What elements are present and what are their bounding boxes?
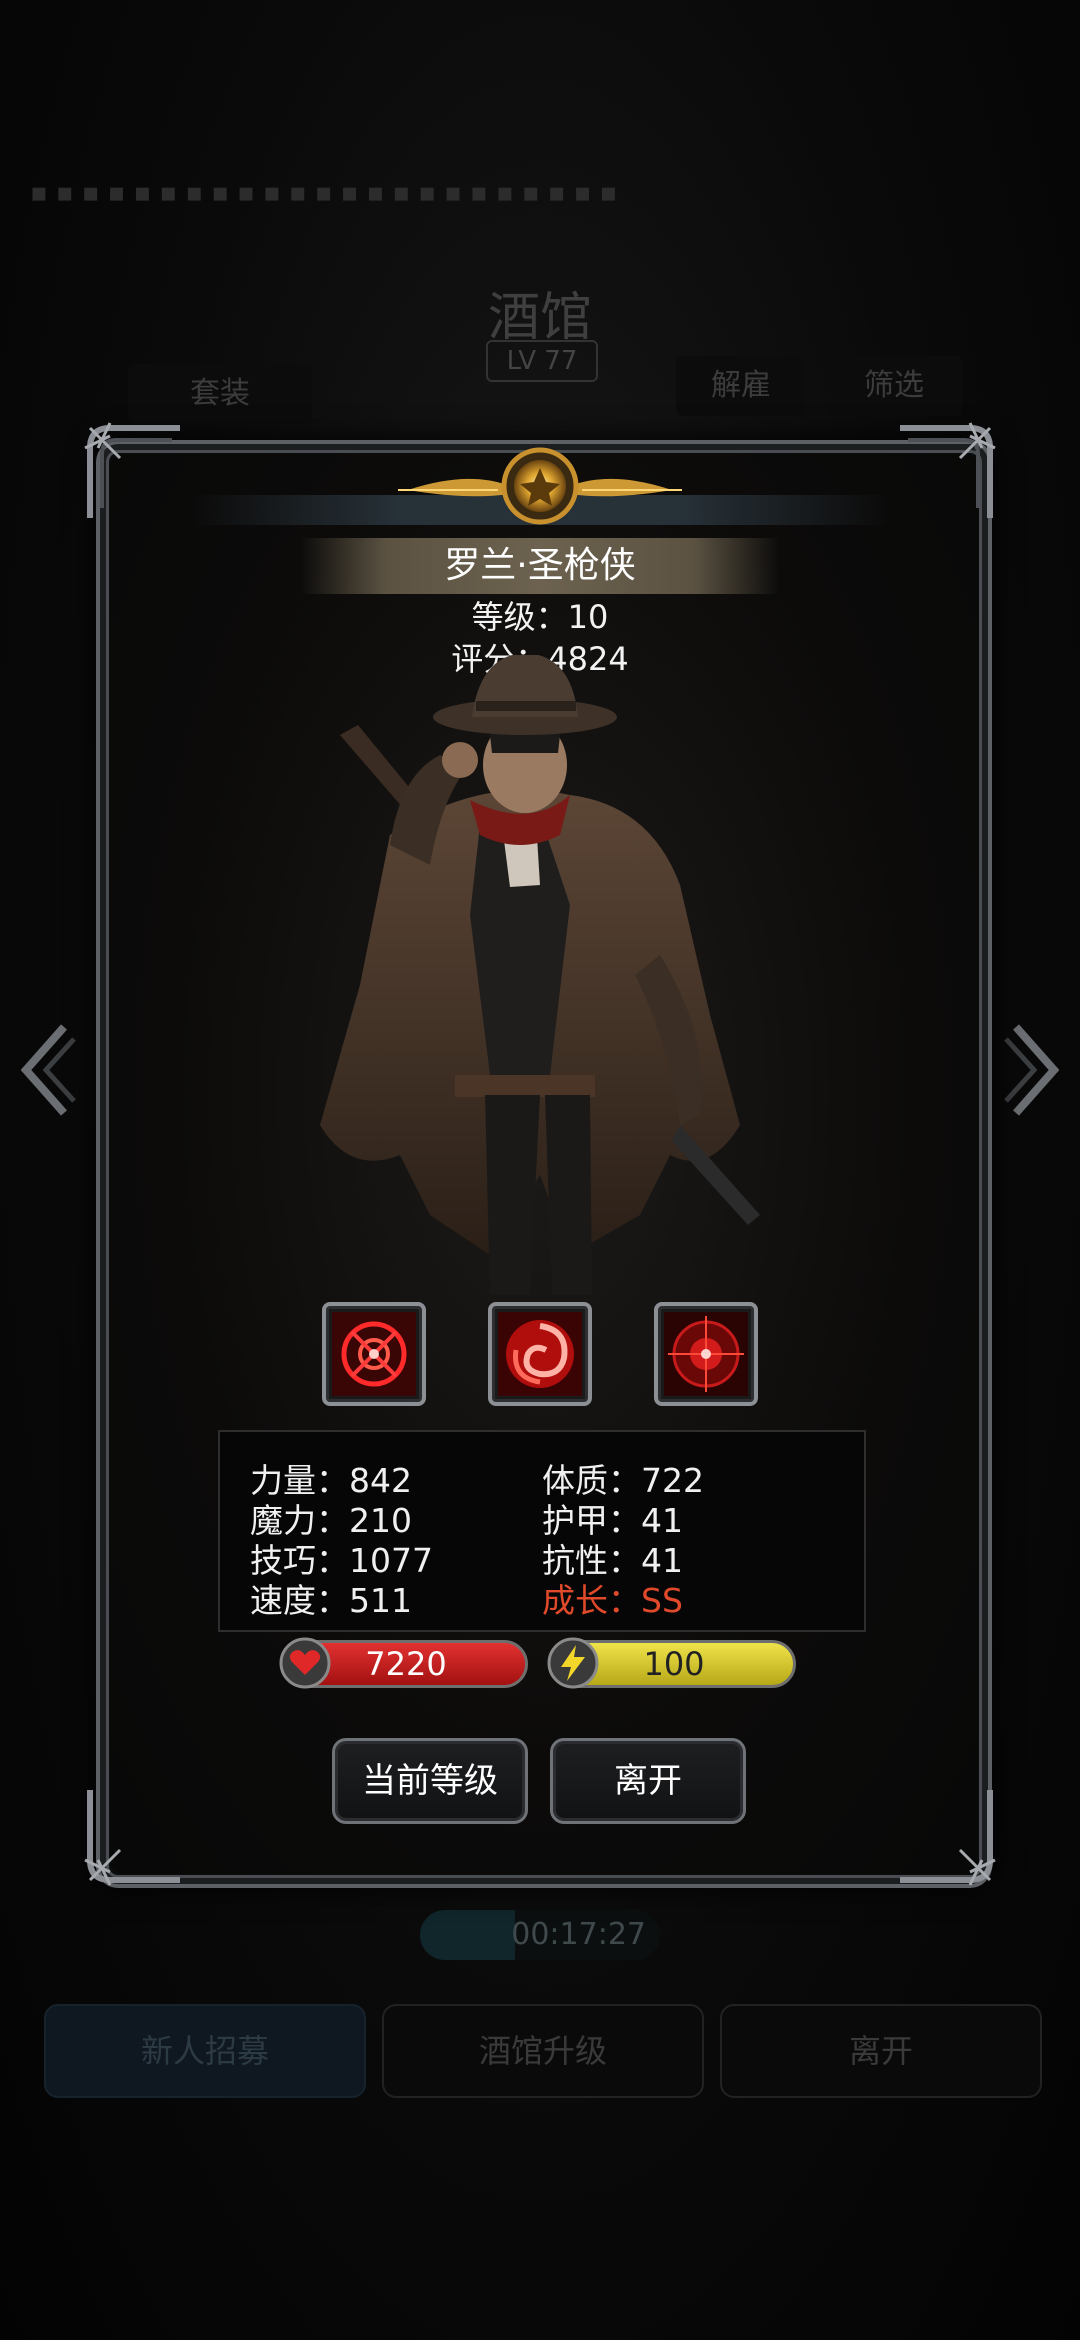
next-hero-arrow-icon[interactable] [1004, 1015, 1064, 1125]
hero-level: 等级：10 [471, 598, 609, 636]
tavern-title: 酒馆 [487, 288, 592, 348]
corner-ornament-top-right-icon [900, 422, 996, 518]
energy-value: 100 [643, 1645, 705, 1683]
hero-name: 罗兰·圣枪侠 [300, 538, 780, 594]
dismiss-button[interactable]: 解雇 [676, 356, 806, 416]
recruit-timer: 00:17:27 [420, 1910, 660, 1960]
new-recruit-button[interactable]: 新人招募 [44, 2004, 366, 2098]
background-leave-button[interactable]: 离开 [720, 2004, 1042, 2098]
corner-ornament-bottom-left-icon [84, 1790, 180, 1886]
hero-portrait [320, 655, 760, 1295]
hp-bar: 7220 [279, 1637, 528, 1689]
filter-button[interactable]: 筛选 [826, 356, 962, 416]
corner-ornament-bottom-right-icon [900, 1790, 996, 1886]
vortex-skill-icon [498, 1312, 582, 1396]
stat-growth: 成长：SS [542, 1581, 683, 1620]
tavern-upgrade-button[interactable]: 酒馆升级 [382, 2004, 704, 2098]
energy-bar: 100 [547, 1637, 796, 1689]
suit-button[interactable]: 套装 [128, 364, 312, 424]
timer-progress-fill [420, 1910, 515, 1960]
stat-speed: 速度：511 [250, 1581, 412, 1620]
timer-text: 00:17:27 [511, 1917, 646, 1952]
target-skill-icon [664, 1312, 748, 1396]
current-level-button[interactable]: 当前等级 [332, 1738, 528, 1824]
skill-slot-1[interactable] [322, 1302, 426, 1406]
crosshair-skill-icon [332, 1312, 416, 1396]
skill-slot-3[interactable] [654, 1302, 758, 1406]
stats-panel: 力量：842 体质：722 魔力：210 护甲：41 技巧：1077 抗性：41… [218, 1430, 866, 1632]
leave-button[interactable]: 离开 [550, 1738, 746, 1824]
skill-slot-2[interactable] [488, 1302, 592, 1406]
hp-value: 7220 [365, 1645, 447, 1683]
background-resource-row: ▪ ▪ ▪ ▪ ▪ ▪ ▪ ▪ ▪ ▪ ▪ ▪ ▪ ▪ ▪ ▪ ▪ ▪ ▪ ▪ … [30, 178, 618, 208]
corner-ornament-top-left-icon [84, 422, 180, 518]
rank-crest-icon [398, 447, 682, 525]
tavern-level-badge: LV 77 [486, 340, 598, 382]
previous-hero-arrow-icon[interactable] [16, 1015, 76, 1125]
